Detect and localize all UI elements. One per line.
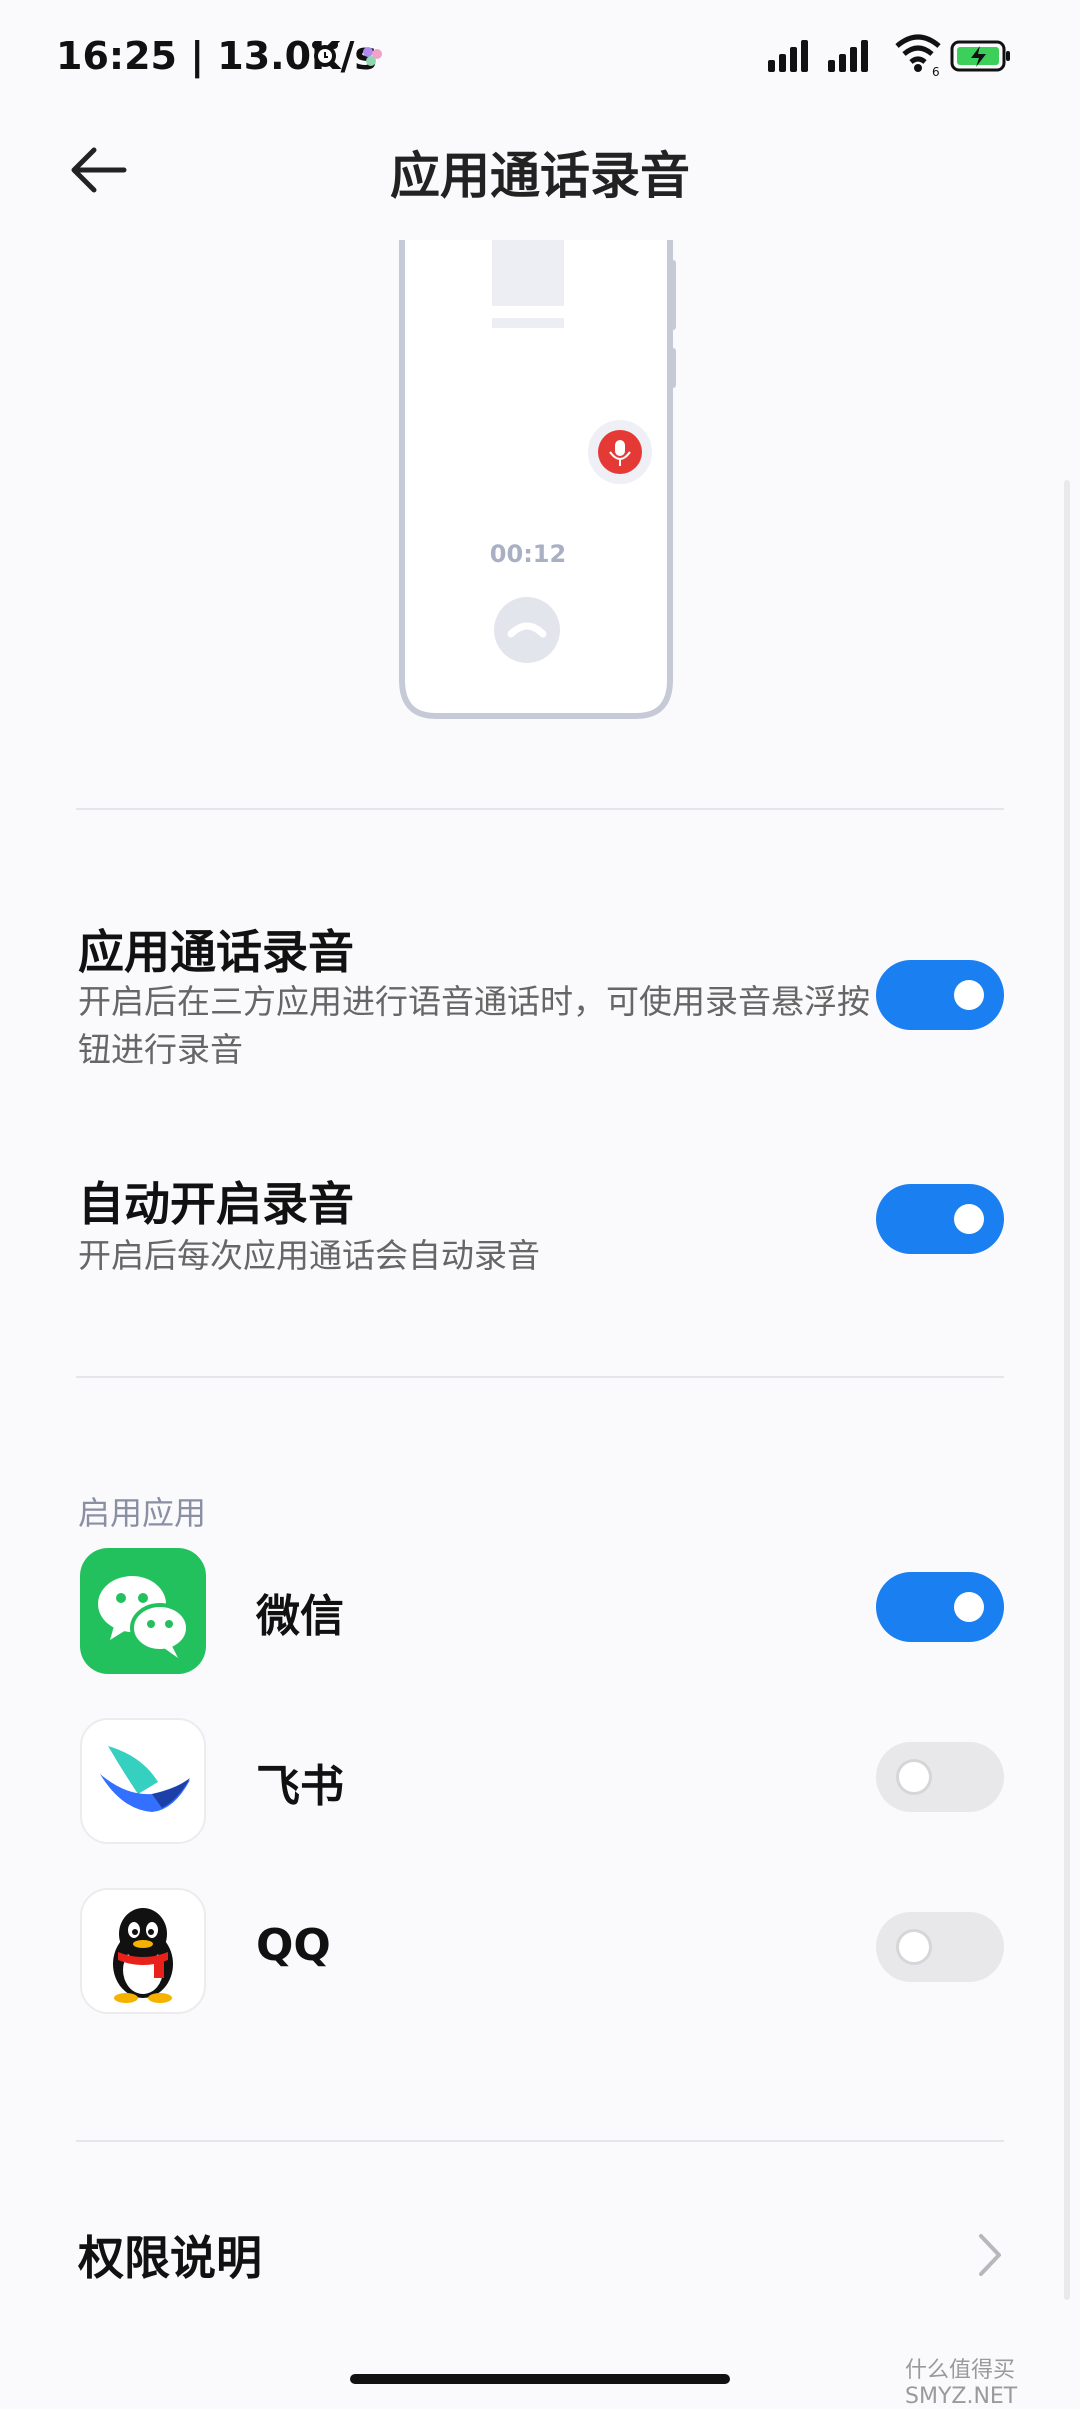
scrollbar[interactable] <box>1064 480 1070 2300</box>
signal-icon-1 <box>768 38 812 72</box>
watermark: 什么值得买 SMYZ.NET <box>905 2358 1018 2409</box>
qq-toggle[interactable] <box>876 1912 1004 1982</box>
auto-record-desc: 开启后每次应用通话会自动录音 <box>78 1236 540 1275</box>
app-name-feishu: 飞书 <box>256 1761 344 1812</box>
divider <box>76 2140 1004 2142</box>
auto-record-toggle[interactable] <box>876 1184 1004 1254</box>
permissions-row[interactable]: 权限说明 <box>0 2200 1080 2320</box>
feishu-toggle[interactable] <box>876 1742 1004 1812</box>
qq-icon <box>80 1888 206 2014</box>
signal-icon-2 <box>828 38 872 72</box>
call-timer: 00:12 <box>490 540 566 568</box>
svg-text:6: 6 <box>932 65 940 76</box>
app-call-recording-toggle[interactable] <box>876 960 1004 1030</box>
wifi-icon: 6 <box>895 34 941 76</box>
app-call-recording-desc: 开启后在三方应用进行语音通话时，可使用录音悬浮按钮进行录音 <box>78 982 870 1069</box>
enabled-apps-section-label: 启用应用 <box>78 1494 207 1532</box>
app-name-wechat: 微信 <box>256 1591 344 1642</box>
divider <box>76 808 1004 810</box>
home-indicator[interactable] <box>350 2374 730 2384</box>
feishu-icon <box>80 1718 206 1844</box>
wechat-toggle[interactable] <box>876 1572 1004 1642</box>
app-name-qq: QQ <box>256 1920 331 1971</box>
page-title: 应用通话录音 <box>390 147 690 205</box>
assistant-icon <box>363 47 382 66</box>
permissions-label: 权限说明 <box>78 2231 262 2285</box>
auto-record-title: 自动开启录音 <box>78 1177 354 1231</box>
call-recording-illustration: 00:12 <box>399 240 676 719</box>
wechat-icon <box>80 1548 206 1674</box>
alarm-icon <box>312 41 338 67</box>
status-bar: 16:25 | 13.0K/s 6 <box>0 0 1080 120</box>
divider <box>76 1376 1004 1378</box>
battery-charging-icon <box>950 40 1010 72</box>
app-call-recording-title: 应用通话录音 <box>78 925 354 979</box>
chevron-right-icon <box>979 2234 1001 2276</box>
